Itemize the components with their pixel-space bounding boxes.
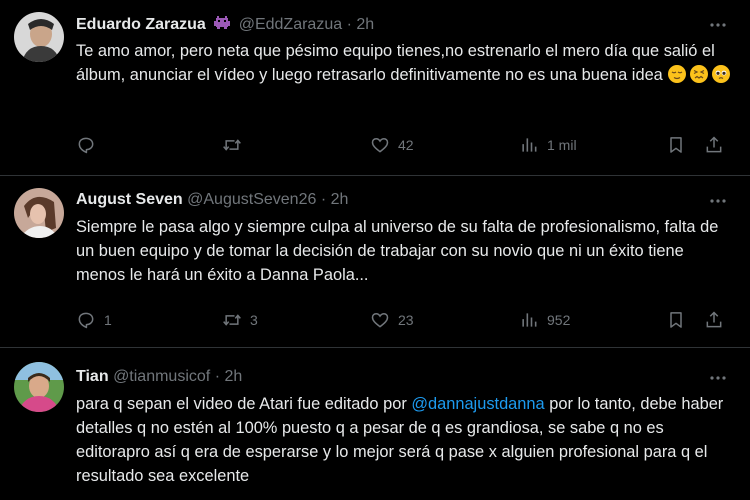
views-button[interactable]: 952 bbox=[519, 308, 570, 332]
tweet-header: Tian @tianmusicof · 2h bbox=[76, 367, 242, 387]
tweet-actions: 42 1 mil bbox=[76, 133, 736, 157]
pleading-face-icon bbox=[711, 64, 731, 84]
display-name[interactable]: Eduardo Zarazua bbox=[76, 16, 206, 33]
tweet-3[interactable]: Tian @tianmusicof · 2h para q sepan el v… bbox=[0, 348, 750, 500]
share-button[interactable] bbox=[704, 308, 724, 332]
share-button[interactable] bbox=[704, 133, 724, 157]
reply-button[interactable]: 1 bbox=[76, 308, 112, 332]
timestamp[interactable]: 2h bbox=[331, 191, 349, 208]
views-count: 1 mil bbox=[547, 137, 577, 153]
tweet-header: Eduardo Zarazua @EddZarazua · 2h bbox=[76, 14, 374, 35]
like-button[interactable]: 23 bbox=[370, 308, 414, 332]
reply-icon bbox=[78, 312, 94, 329]
more-icon[interactable] bbox=[708, 15, 728, 35]
handle[interactable]: @tianmusicof bbox=[113, 368, 210, 385]
share-icon bbox=[706, 136, 722, 153]
tweet-text: Te amo amor, pero neta que pésimo equipo… bbox=[76, 39, 736, 87]
like-button[interactable]: 42 bbox=[370, 133, 414, 157]
timestamp[interactable]: 2h bbox=[224, 368, 242, 385]
like-count: 23 bbox=[398, 312, 414, 328]
bookmark-button[interactable] bbox=[666, 308, 686, 332]
timestamp[interactable]: 2h bbox=[356, 16, 374, 33]
bookmark-icon bbox=[670, 312, 682, 328]
handle[interactable]: @AugustSeven26 bbox=[187, 191, 316, 208]
tweet-2[interactable]: August Seven @AugustSeven26 · 2h Siempre… bbox=[0, 176, 750, 348]
alien-monster-emoji-icon bbox=[213, 14, 231, 32]
separator: · bbox=[346, 16, 352, 33]
confounded-face-icon bbox=[689, 64, 709, 84]
reply-button[interactable] bbox=[76, 133, 104, 157]
separator: · bbox=[320, 191, 327, 208]
views-count: 952 bbox=[547, 312, 571, 328]
display-name[interactable]: Tian bbox=[76, 368, 109, 385]
mention-link[interactable]: @dannajustdanna bbox=[411, 395, 544, 413]
more-icon[interactable] bbox=[708, 191, 728, 211]
retweet-icon bbox=[223, 139, 241, 151]
handle[interactable]: @EddZarazua bbox=[239, 16, 342, 33]
more-icon[interactable] bbox=[708, 368, 728, 388]
avatar[interactable] bbox=[14, 188, 64, 238]
separator: · bbox=[214, 368, 221, 385]
views-button[interactable]: 1 mil bbox=[519, 133, 577, 157]
views-chart-icon bbox=[522, 138, 537, 152]
tweet-1[interactable]: Eduardo Zarazua @EddZarazua · 2h Te amo … bbox=[0, 0, 750, 176]
tweet-text-body: Te amo amor, pero neta que pésimo equipo… bbox=[76, 42, 715, 84]
share-icon bbox=[706, 311, 722, 328]
display-name[interactable]: August Seven bbox=[76, 191, 183, 208]
avatar[interactable] bbox=[14, 12, 64, 62]
bookmark-icon bbox=[670, 137, 682, 153]
heart-icon bbox=[371, 312, 389, 328]
bookmark-button[interactable] bbox=[666, 133, 686, 157]
relieved-face-icon bbox=[667, 64, 687, 84]
reply-count: 1 bbox=[104, 312, 112, 328]
views-chart-icon bbox=[522, 313, 537, 327]
tweet-text: para q sepan el video de Atari fue edita… bbox=[76, 392, 736, 488]
heart-icon bbox=[371, 137, 389, 153]
like-count: 42 bbox=[398, 137, 414, 153]
retweet-button[interactable] bbox=[222, 133, 250, 157]
tweet-text: Siempre le pasa algo y siempre culpa al … bbox=[76, 218, 719, 284]
reply-icon bbox=[78, 137, 94, 154]
retweet-count: 3 bbox=[250, 312, 258, 328]
avatar[interactable] bbox=[14, 362, 64, 412]
tweet-text-part: para q sepan el video de Atari fue edita… bbox=[76, 395, 412, 413]
tweet-header: August Seven @AugustSeven26 · 2h bbox=[76, 190, 348, 210]
retweet-button[interactable]: 3 bbox=[222, 308, 258, 332]
tweet-actions: 1 3 23 952 bbox=[76, 308, 736, 332]
retweet-icon bbox=[223, 314, 241, 326]
